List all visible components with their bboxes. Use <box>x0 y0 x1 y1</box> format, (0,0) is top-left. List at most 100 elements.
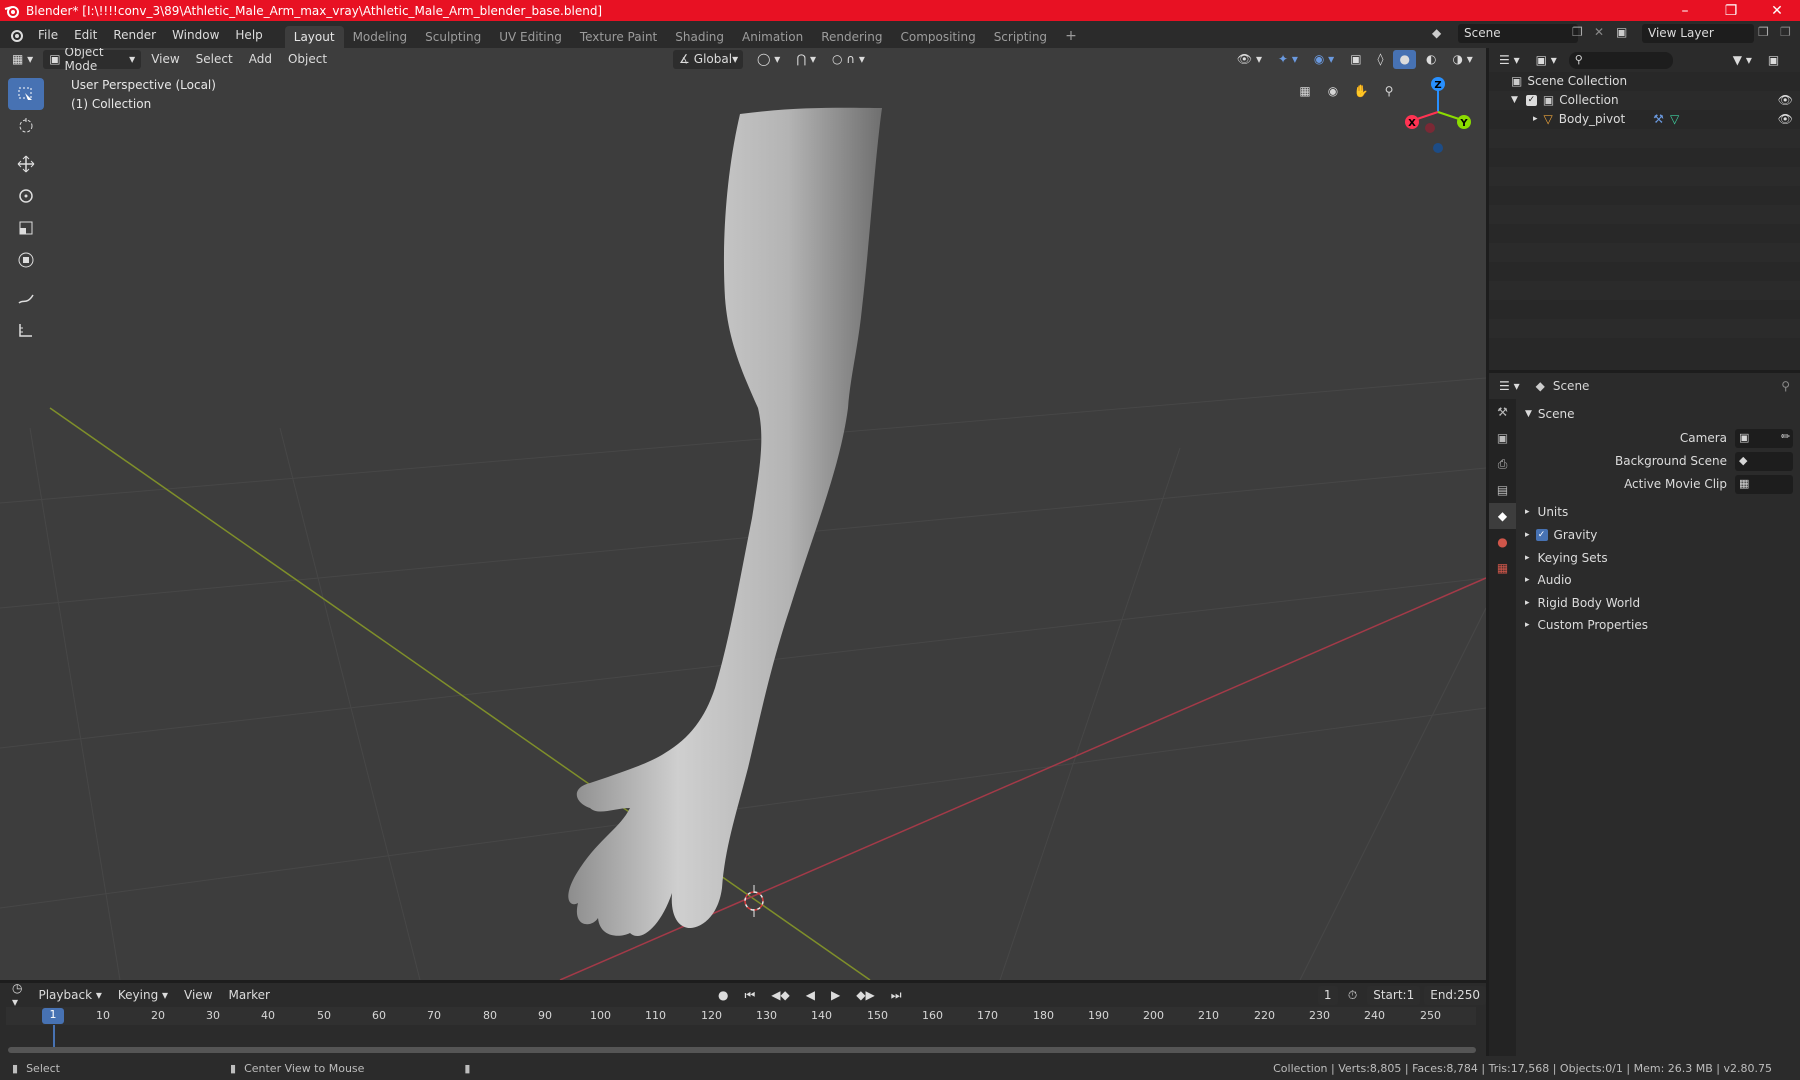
end-frame-field[interactable]: End: 250 <box>1424 985 1486 1005</box>
minimize-button[interactable]: – <box>1662 3 1708 19</box>
render-tab-icon[interactable]: ▣ <box>1489 425 1516 451</box>
expand-arrow-icon[interactable]: ▼ <box>1511 95 1518 105</box>
timeline-scrollbar[interactable] <box>8 1047 1476 1053</box>
menu-window[interactable]: Window <box>164 28 227 42</box>
overlays-toggle-icon[interactable]: ◉ ▾ <box>1308 50 1340 69</box>
timeline-menu-playback[interactable]: Playback ▾ <box>32 986 107 1005</box>
rotate-tool-icon[interactable] <box>8 180 44 212</box>
outliner-collection[interactable]: ▼ ✓ ▣ Collection 👁 <box>1511 93 1793 107</box>
scale-tool-icon[interactable] <box>8 212 44 244</box>
jump-keyframe-back-button[interactable]: ◀◆ <box>765 986 795 1005</box>
select-box-tool-icon[interactable] <box>8 78 44 110</box>
play-button[interactable]: ▶ <box>825 986 846 1005</box>
transform-orientation-selector[interactable]: ∡ Global ▾ <box>673 49 744 69</box>
object-visibility-icon[interactable]: 👁 ▾ <box>1231 50 1268 69</box>
gravity-panel-header[interactable]: ▸ ✓ Gravity <box>1525 528 1597 542</box>
viewport-menu-select[interactable]: Select <box>190 50 239 69</box>
pan-view-icon[interactable]: ✋ <box>1348 78 1374 104</box>
scene-panel-header[interactable]: ▼ Scene <box>1525 407 1575 421</box>
proportional-edit-icon[interactable]: ○ ∩ ▾ <box>826 50 871 69</box>
menu-render[interactable]: Render <box>105 28 164 42</box>
start-frame-field[interactable]: Start: 1 <box>1367 985 1421 1005</box>
camera-view-icon[interactable]: ◉ <box>1320 78 1346 104</box>
viewport-menu-add[interactable]: Add <box>243 50 278 69</box>
properties-editor-type-icon[interactable]: ☰ ▾ <box>1493 377 1526 396</box>
snap-icon[interactable]: ⋂ ▾ <box>790 50 822 69</box>
scene-tab-icon[interactable]: ◆ <box>1489 503 1516 529</box>
view-layer-selector[interactable]: View Layer <box>1642 24 1754 43</box>
tab-rendering[interactable]: Rendering <box>812 26 891 48</box>
tab-animation[interactable]: Animation <box>733 26 812 48</box>
view-layer-tab-icon[interactable]: ▤ <box>1489 477 1516 503</box>
expand-arrow-icon[interactable]: ▸ <box>1533 114 1538 124</box>
timeline-editor-type-icon[interactable]: ◷ ▾ <box>6 981 28 1009</box>
mesh-data-icon[interactable]: ▽ <box>1670 112 1679 126</box>
custom-properties-panel-header[interactable]: ▸ Custom Properties <box>1525 618 1648 632</box>
units-panel-header[interactable]: ▸ Units <box>1525 505 1568 519</box>
timeline-menu-keying[interactable]: Keying ▾ <box>112 986 174 1005</box>
scene-selector[interactable]: Scene <box>1458 24 1578 43</box>
view-layer-icon[interactable]: ▣ <box>1616 25 1627 39</box>
jump-start-button[interactable]: ⏮ <box>738 986 761 1005</box>
menu-help[interactable]: Help <box>227 28 270 42</box>
tab-sculpting[interactable]: Sculpting <box>416 26 490 48</box>
visibility-eye-icon[interactable]: 👁 <box>1778 112 1793 126</box>
tool-tab-icon[interactable]: ⚒ <box>1489 399 1516 425</box>
material-shading-icon[interactable]: ◐ <box>1420 50 1442 69</box>
current-frame-marker[interactable]: 1 <box>42 1008 64 1024</box>
xray-toggle-icon[interactable]: ▣ <box>1344 50 1367 69</box>
filter-icon[interactable]: ▼ ▾ <box>1727 51 1758 70</box>
tab-scripting[interactable]: Scripting <box>985 26 1056 48</box>
view-layer-copy-icon[interactable]: ❐ <box>1758 25 1769 39</box>
toggle-grid-view-icon[interactable]: ▦ <box>1292 78 1318 104</box>
viewport-3d[interactable]: ▦ ▾ ▣ Object Mode ▾ View Select Add Obje… <box>0 48 1486 980</box>
outliner-body-pivot[interactable]: ▸ ▽ Body_pivot ⚒ ▽ 👁 <box>1533 112 1793 126</box>
active-movie-clip-field[interactable]: ▦ <box>1735 475 1793 494</box>
rigid-body-world-panel-header[interactable]: ▸ Rigid Body World <box>1525 596 1640 610</box>
mode-selector[interactable]: ▣ Object Mode ▾ <box>43 48 142 73</box>
transform-tool-icon[interactable] <box>8 244 44 276</box>
new-collection-icon[interactable]: ▣ <box>1762 51 1785 70</box>
visibility-eye-icon[interactable]: 👁 <box>1778 93 1793 107</box>
outliner-search-field[interactable]: ⚲ <box>1568 51 1673 69</box>
scene-type-icon[interactable]: ◆ <box>1432 26 1441 40</box>
outliner-editor-type-icon[interactable]: ☰ ▾ <box>1493 51 1526 70</box>
move-tool-icon[interactable] <box>8 148 44 180</box>
tab-compositing[interactable]: Compositing <box>891 26 984 48</box>
tab-shading[interactable]: Shading <box>666 26 733 48</box>
audio-panel-header[interactable]: ▸ Audio <box>1525 573 1572 587</box>
outliner-scene-collection[interactable]: ▣ Scene Collection <box>1511 74 1627 88</box>
wireframe-shading-icon[interactable]: ◊ <box>1372 50 1390 69</box>
eyedropper-icon[interactable]: ✏ <box>1781 430 1790 443</box>
add-workspace-icon[interactable]: + <box>1056 24 1086 48</box>
maximize-button[interactable]: ❐ <box>1708 3 1754 19</box>
rendered-shading-icon[interactable]: ◑ ▾ <box>1446 50 1478 69</box>
jump-keyframe-forward-button[interactable]: ◆▶ <box>850 986 880 1005</box>
world-tab-icon[interactable]: ● <box>1489 529 1516 555</box>
close-button[interactable]: ✕ <box>1754 3 1800 19</box>
frame-ruler[interactable]: 1 10 20 30 40 50 60 70 80 90 100 110 120… <box>6 1007 1476 1025</box>
navigation-gizmo[interactable]: Z X Y <box>1398 72 1478 162</box>
blender-menu-icon[interactable] <box>8 27 24 43</box>
pivot-point-icon[interactable]: ◯ ▾ <box>751 50 786 69</box>
current-frame-field[interactable]: 1 <box>1317 985 1338 1005</box>
preview-range-icon[interactable]: ⏱ <box>1342 986 1363 1005</box>
gravity-checkbox[interactable]: ✓ <box>1535 529 1548 541</box>
record-button[interactable]: ● <box>712 986 734 1005</box>
collection-checkbox[interactable]: ✓ <box>1525 94 1537 106</box>
texture-tab-icon[interactable]: ▦ <box>1489 555 1516 581</box>
menu-edit[interactable]: Edit <box>66 28 105 42</box>
annotate-tool-icon[interactable] <box>8 282 44 314</box>
cursor-tool-icon[interactable] <box>8 110 44 142</box>
editor-type-icon[interactable]: ▦ ▾ <box>6 50 39 69</box>
pin-icon[interactable]: ⚲ <box>1781 379 1790 393</box>
scene-remove-icon[interactable]: ✕ <box>1594 25 1604 39</box>
viewport-menu-view[interactable]: View <box>145 50 185 69</box>
play-reverse-button[interactable]: ◀ <box>800 986 821 1005</box>
solid-shading-icon[interactable]: ● <box>1393 49 1416 69</box>
measure-tool-icon[interactable] <box>8 314 44 346</box>
keying-sets-panel-header[interactable]: ▸ Keying Sets <box>1525 551 1608 565</box>
gizmo-toggle-icon[interactable]: ✦ ▾ <box>1272 50 1304 69</box>
view-layer-remove-icon[interactable]: ❐ <box>1780 25 1791 39</box>
scene-copy-icon[interactable]: ❐ <box>1572 25 1583 39</box>
